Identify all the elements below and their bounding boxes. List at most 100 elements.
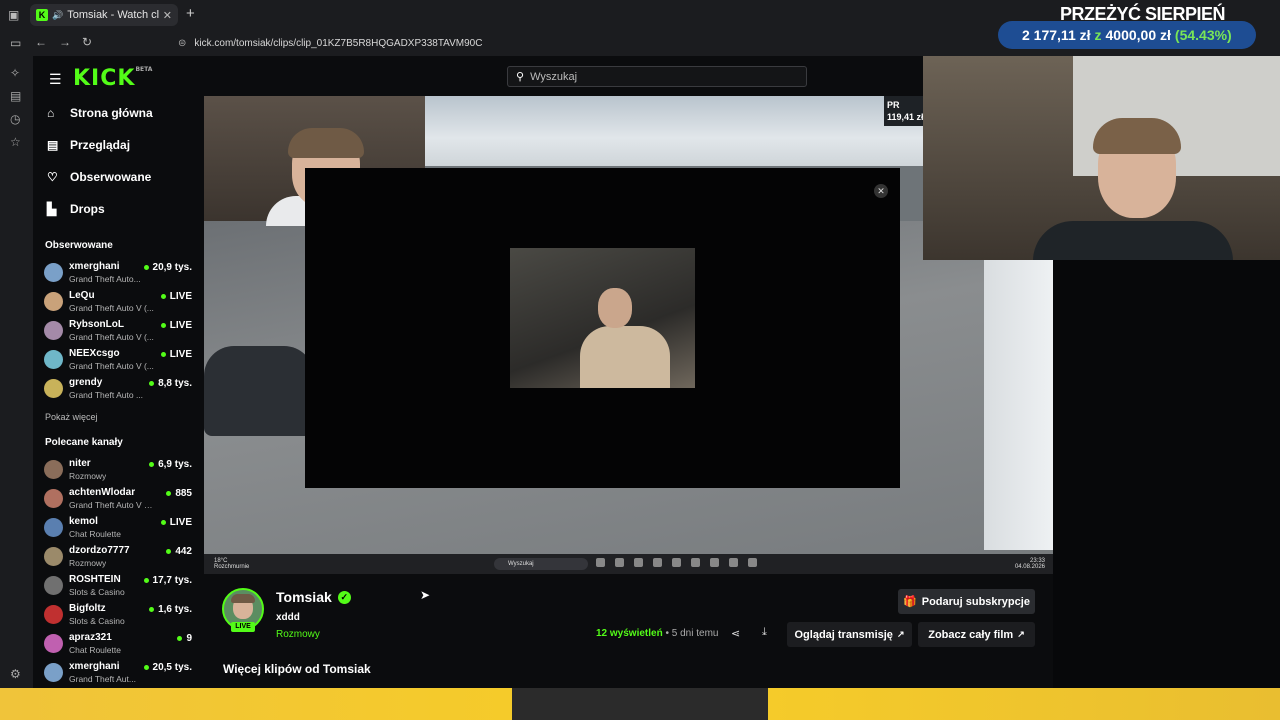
forward-icon[interactable]: → (59, 35, 71, 49)
avatar (44, 292, 63, 311)
followed-channel[interactable]: xmerghani Grand Theft Auto... 20,9 tys. (44, 260, 196, 288)
share-icon[interactable]: ⋖ (731, 627, 740, 640)
nav-home[interactable]: ⌂ Strona główna (47, 106, 153, 120)
goal-separator: z (1094, 27, 1102, 43)
kick-sidebar: ☰ KICKBETA ⌂ Strona główna ▤ Przeglądaj ♡ O… (33, 56, 203, 688)
viewer-count: 9 (177, 633, 192, 644)
video-scene (204, 346, 314, 436)
viewer-count: 442 (166, 546, 192, 557)
watch-stream-button[interactable]: Oglądaj transmisję ↗ (787, 622, 912, 647)
recommended-channel[interactable]: xmerghani Grand Theft Aut... 20,5 tys. (44, 660, 196, 688)
viewer-count: LIVE (161, 320, 192, 331)
followed-channel[interactable]: RybsonLoL Grand Theft Auto V (... LIVE (44, 318, 196, 346)
taskbar-weather: 18°C Rozchmurnie (214, 558, 250, 570)
webcam-figure (1093, 118, 1181, 154)
recommended-channel[interactable]: ROSHTEIN Slots & Casino 17,7 tys. (44, 573, 196, 601)
reload-icon[interactable]: ↻ (82, 35, 92, 49)
beta-label: BETA (135, 66, 153, 73)
more-clips-heading: Więcej klipów od Tomsiak (223, 662, 371, 676)
close-tab-icon[interactable]: ✕ (163, 9, 172, 22)
clip-age: • 5 dni temu (665, 628, 719, 639)
nav-label: Drops (70, 202, 105, 216)
kick-favicon-icon: K (36, 9, 48, 21)
streamer-webcam (923, 56, 1280, 260)
recommended-channel[interactable]: Bigfoltz Slots & Casino 1,6 tys. (44, 602, 196, 630)
recommended-channel[interactable]: achtenWlodar Grand Theft Auto V (G... 88… (44, 486, 196, 514)
channel-category: Grand Theft Auto V (G... (69, 500, 154, 510)
stream-background-strip (0, 688, 1280, 720)
external-link-icon: ↗ (1017, 629, 1025, 639)
menu-icon[interactable]: ☰ (49, 71, 62, 88)
recommended-channel[interactable]: niter Rozmowy 6,9 tys. (44, 457, 196, 485)
sidebar-toggle-icon[interactable]: ▭ (10, 36, 21, 50)
nav-following[interactable]: ♡ Obserwowane (47, 170, 151, 184)
followed-channel[interactable]: grendy Grand Theft Auto ... 8,8 tys. (44, 376, 196, 404)
download-icon[interactable]: ⤓ (762, 626, 767, 639)
show-more-link[interactable]: Pokaż więcej (45, 412, 98, 422)
settings-gear-icon[interactable]: ⚙ (10, 667, 21, 681)
recommended-channel[interactable]: kemol Chat Roulette LIVE (44, 515, 196, 543)
home-icon: ⌂ (47, 106, 55, 120)
taskbar-apps (596, 558, 767, 569)
channel-name: xmerghani (69, 261, 120, 272)
viewer-count: 6,9 tys. (149, 459, 192, 470)
channel-name: Bigfoltz (69, 603, 106, 614)
recommended-channel[interactable]: dzordzo7777 Rozmowy 442 (44, 544, 196, 572)
nav-browse[interactable]: ▤ Przeglądaj (47, 138, 130, 152)
followed-channel[interactable]: LeQu Grand Theft Auto V (... LIVE (44, 289, 196, 317)
viewer-count: 20,5 tys. (144, 662, 192, 673)
site-info-icon[interactable]: ⊜ (178, 38, 186, 49)
channel-category: Grand Theft Auto V (... (69, 332, 154, 342)
avatar (44, 576, 63, 595)
back-icon[interactable]: ← (35, 35, 47, 49)
speaker-icon[interactable]: 🔊 (52, 10, 63, 21)
search-icon: ⚲ (516, 71, 525, 83)
channel-name: apraz321 (69, 632, 112, 643)
collections-icon[interactable]: ▤ (10, 89, 21, 103)
goal-target: 4000,00 zł (1105, 27, 1171, 43)
channel-category: Grand Theft Auto... (69, 274, 141, 284)
view-label: wyświetleń (609, 628, 663, 639)
nav-drops[interactable]: ▙ Drops (47, 202, 105, 216)
watch-full-video-button[interactable]: Zobacz cały film ↗ (918, 622, 1035, 647)
avatar (44, 547, 63, 566)
overlay-dark-area (1053, 260, 1280, 688)
channel-name: LeQu (69, 290, 95, 301)
url-field[interactable]: ⊜ kick.com/tomsiak/clips/clip_01KZ7B5R8H… (178, 34, 978, 52)
verified-icon: ✓ (337, 590, 351, 604)
clip-category[interactable]: Rozmowy (276, 629, 320, 640)
channel-name: achtenWlodar (69, 487, 136, 498)
mouse-cursor-icon: ➤ (420, 588, 431, 602)
clip-meta: 12 wyświetleń • 5 dni temu (596, 628, 718, 639)
taskbar-clock: 23:33 04.08.2026 (1014, 558, 1045, 570)
facecam-figure (288, 128, 364, 158)
search-input[interactable]: ⚲ Wyszukaj (507, 66, 807, 87)
channel-name: niter (69, 458, 91, 469)
channel-category: Chat Roulette (69, 529, 121, 539)
sparkle-icon[interactable]: ✧ (10, 66, 20, 80)
channel-name: ROSHTEIN (69, 574, 121, 585)
channel-category: Grand Theft Auto V (... (69, 303, 154, 313)
video-scene (984, 260, 1053, 550)
live-badge: LIVE (231, 622, 255, 632)
nav-label: Obserwowane (70, 170, 152, 184)
gift-subscriptions-button[interactable]: 🎁 Podaruj subskrypcje (898, 589, 1035, 614)
channel-category: Rozmowy (69, 558, 107, 568)
streamer-name[interactable]: Tomsiak ✓ (276, 589, 351, 605)
viewer-count: LIVE (161, 349, 192, 360)
recommended-channel[interactable]: apraz321 Chat Roulette 9 (44, 631, 196, 659)
kick-logo[interactable]: KICKBETA (73, 66, 152, 91)
channel-category: Grand Theft Auto ... (69, 390, 144, 400)
streamer-name-text: Tomsiak (276, 589, 332, 605)
external-link-icon: ↗ (896, 629, 905, 639)
browser-tab[interactable]: K 🔊 Tomsiak - Watch clips on K ✕ (30, 4, 178, 26)
history-icon[interactable]: ◷ (10, 112, 20, 126)
followed-channel[interactable]: NEEXcsgo Grand Theft Auto V (... LIVE (44, 347, 196, 375)
tab-actions-icon[interactable]: ▣ (8, 8, 19, 22)
goal-current: 2 177,11 zł (1022, 27, 1091, 43)
new-tab-icon[interactable]: + (186, 5, 195, 22)
favorites-icon[interactable]: ☆ (10, 135, 21, 149)
taskbar-search: Wyszukaj (494, 558, 588, 570)
webcam-figure (1033, 221, 1233, 260)
viewer-count: LIVE (161, 517, 192, 528)
